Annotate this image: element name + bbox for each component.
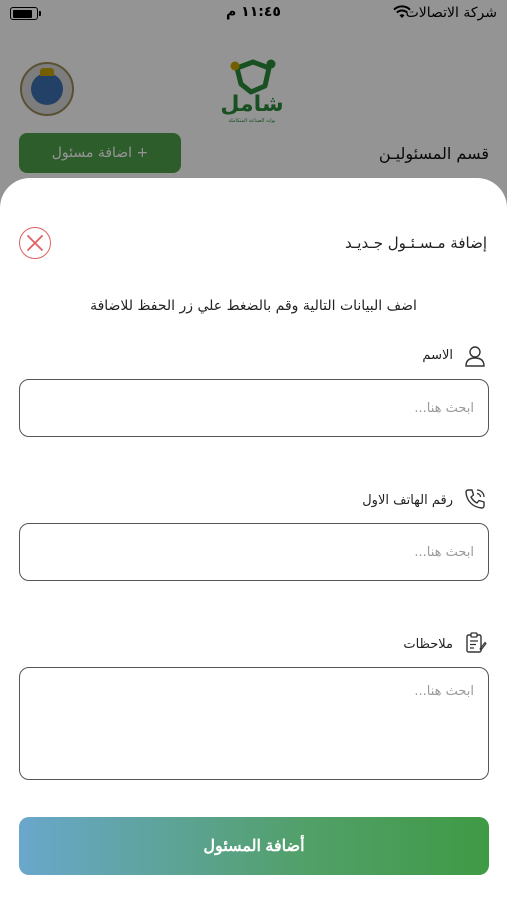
instructions-text: اضف البيانات التالية وقم بالضغط علي زر ا… [90, 298, 417, 314]
phone-icon [465, 489, 485, 509]
notes-field-box [19, 667, 489, 780]
notes-label: ملاحظات [403, 637, 453, 652]
phone-label: رقم الهاتف الاول [362, 493, 453, 508]
name-field-box [19, 379, 489, 437]
notes-field[interactable] [20, 668, 488, 779]
sheet-title: إضافة مـسـئـول جـديـد [345, 234, 487, 252]
phone-field[interactable] [20, 524, 488, 580]
user-icon [465, 346, 485, 367]
notes-clipboard-icon [466, 632, 487, 653]
add-responsible-submit-button[interactable]: أضافة المسئول [19, 817, 489, 875]
name-label: الاسم [422, 348, 453, 363]
close-icon [27, 235, 43, 251]
name-field[interactable] [20, 380, 488, 436]
phone-field-box [19, 523, 489, 581]
close-button[interactable] [19, 227, 51, 259]
add-responsible-sheet: إضافة مـسـئـول جـديـد اضف البيانات التال… [0, 178, 507, 900]
